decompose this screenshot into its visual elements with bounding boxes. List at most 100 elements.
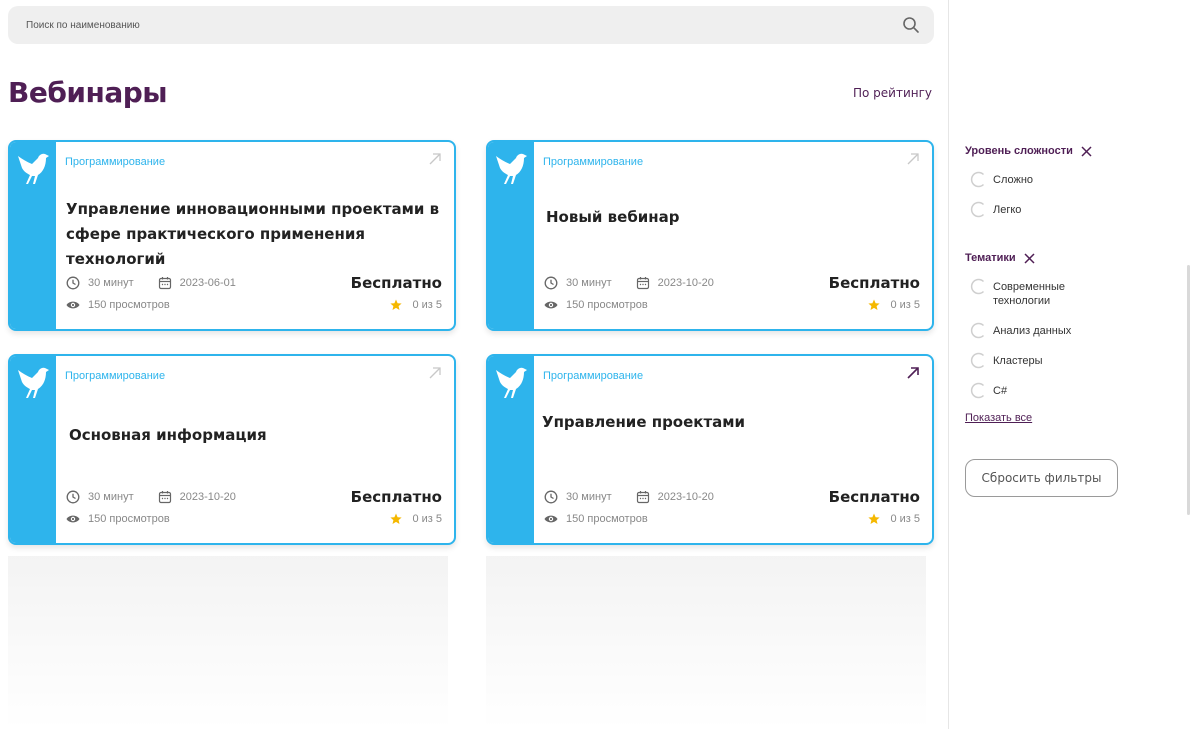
card-meta-row: 30 минут 2023-06-01 [66, 276, 236, 290]
eye-icon [544, 301, 558, 309]
card-title: Основная информация [69, 426, 267, 444]
card-title: Новый вебинар [546, 208, 680, 226]
card-rating-value: 0 из 5 [890, 299, 920, 311]
bird-icon [496, 367, 527, 398]
card-rating: 0 из 5 [390, 299, 442, 311]
eye-icon [66, 301, 80, 309]
calendar-icon [636, 277, 649, 290]
filter-option-label: Сложно [993, 174, 1034, 186]
card-duration: 30 минут [88, 277, 134, 289]
scrollbar[interactable] [1187, 265, 1190, 515]
card-views: 150 просмотров [566, 513, 648, 525]
eye-icon [544, 515, 558, 523]
filter-option-csharp[interactable]: C# [970, 382, 1103, 399]
card-views: 150 просмотров [88, 299, 170, 311]
card-title: Управление инновационными проектами в сф… [66, 200, 440, 268]
page-title: Вебинары [8, 76, 168, 109]
radio-icon[interactable] [970, 201, 987, 218]
bird-icon [18, 153, 49, 184]
radio-icon[interactable] [970, 171, 987, 188]
show-all-link[interactable]: Показать все [965, 412, 1032, 424]
card-price: Бесплатно [350, 274, 442, 292]
card-duration: 30 минут [88, 491, 134, 503]
clock-icon [544, 490, 558, 504]
calendar-icon [158, 277, 171, 290]
card-rating: 0 из 5 [390, 513, 442, 525]
card-duration: 30 минут [566, 491, 612, 503]
reset-filters-button[interactable]: Сбросить фильтры [965, 459, 1118, 497]
card-meta-row: 30 минут 2023-10-20 [66, 490, 236, 504]
star-icon [390, 299, 403, 310]
radio-icon[interactable] [970, 382, 987, 399]
calendar-icon [636, 491, 649, 504]
card-views-row: 150 просмотров [544, 298, 648, 312]
filter-option-hard[interactable]: Сложно [970, 171, 1103, 188]
arrow-up-right-icon[interactable] [906, 366, 920, 380]
filter-sidebar: Уровень сложности Сложно Легко Тематики … [949, 0, 1198, 729]
card-price: Бесплатно [828, 488, 920, 506]
filter-option-easy[interactable]: Легко [970, 201, 1103, 218]
filter-option-modern-tech[interactable]: Современные технологии [970, 278, 1103, 308]
search-bar [8, 6, 934, 44]
card-date: 2023-10-20 [657, 277, 714, 289]
filter-option-label: Легко [993, 204, 1022, 216]
close-icon[interactable] [1024, 252, 1035, 264]
webinar-card[interactable]: Программирование Новый вебинар 30 минут … [486, 140, 934, 331]
filter-heading-label: Тематики [965, 252, 1016, 264]
card-category: Программирование [543, 156, 644, 168]
main-content: Вебинары По рейтингу Программирование Уп… [0, 0, 948, 729]
arrow-up-right-icon[interactable] [906, 152, 920, 166]
card-views: 150 просмотров [88, 513, 170, 525]
card-price: Бесплатно [350, 488, 442, 506]
card-views-row: 150 просмотров [544, 512, 648, 526]
filter-option-label: C# [993, 385, 1008, 397]
card-views-row: 150 просмотров [66, 512, 170, 526]
radio-icon[interactable] [970, 322, 987, 339]
card-views: 150 просмотров [566, 299, 648, 311]
eye-icon [66, 515, 80, 523]
card-date: 2023-06-01 [179, 277, 236, 289]
filter-option-data-analysis[interactable]: Анализ данных [970, 322, 1103, 339]
filter-option-clusters[interactable]: Кластеры [970, 352, 1103, 369]
filter-option-label: Анализ данных [993, 325, 1072, 337]
arrow-up-right-icon[interactable] [428, 152, 442, 166]
filter-heading-difficulty: Уровень сложности [965, 145, 1092, 157]
card-category: Программирование [65, 156, 166, 168]
filter-option-label: Современные технологии [993, 281, 1065, 307]
card-date: 2023-10-20 [657, 491, 714, 503]
card-title: Управление проектами [542, 413, 746, 431]
search-input[interactable] [26, 6, 846, 44]
filter-heading-label: Уровень сложности [965, 145, 1073, 157]
search-icon[interactable] [902, 16, 920, 34]
bird-icon [18, 367, 49, 398]
webinar-card[interactable]: Программирование Управление проектами 30… [486, 354, 934, 545]
arrow-up-right-icon[interactable] [428, 366, 442, 380]
card-rating-value: 0 из 5 [412, 513, 442, 525]
loading-placeholder [8, 556, 448, 729]
card-price: Бесплатно [828, 274, 920, 292]
card-category: Программирование [543, 370, 644, 382]
card-meta-row: 30 минут 2023-10-20 [544, 490, 714, 504]
card-category: Программирование [65, 370, 166, 382]
card-meta-row: 30 минут 2023-10-20 [544, 276, 714, 290]
filter-option-label: Кластеры [993, 355, 1043, 367]
filter-heading-topics: Тематики [965, 252, 1035, 264]
webinar-card[interactable]: Программирование Управление инновационны… [8, 140, 456, 331]
star-icon [868, 299, 881, 310]
webinar-card[interactable]: Программирование Основная информация 30 … [8, 354, 456, 545]
bird-icon [496, 153, 527, 184]
clock-icon [66, 490, 80, 504]
clock-icon [544, 276, 558, 290]
card-rating: 0 из 5 [868, 299, 920, 311]
card-views-row: 150 просмотров [66, 298, 170, 312]
star-icon [390, 513, 403, 524]
card-rating: 0 из 5 [868, 513, 920, 525]
card-date: 2023-10-20 [179, 491, 236, 503]
radio-icon[interactable] [970, 278, 987, 295]
sort-by-rating-link[interactable]: По рейтингу [853, 86, 932, 100]
close-icon[interactable] [1081, 145, 1092, 157]
clock-icon [66, 276, 80, 290]
calendar-icon [158, 491, 171, 504]
loading-placeholder [486, 556, 926, 729]
radio-icon[interactable] [970, 352, 987, 369]
